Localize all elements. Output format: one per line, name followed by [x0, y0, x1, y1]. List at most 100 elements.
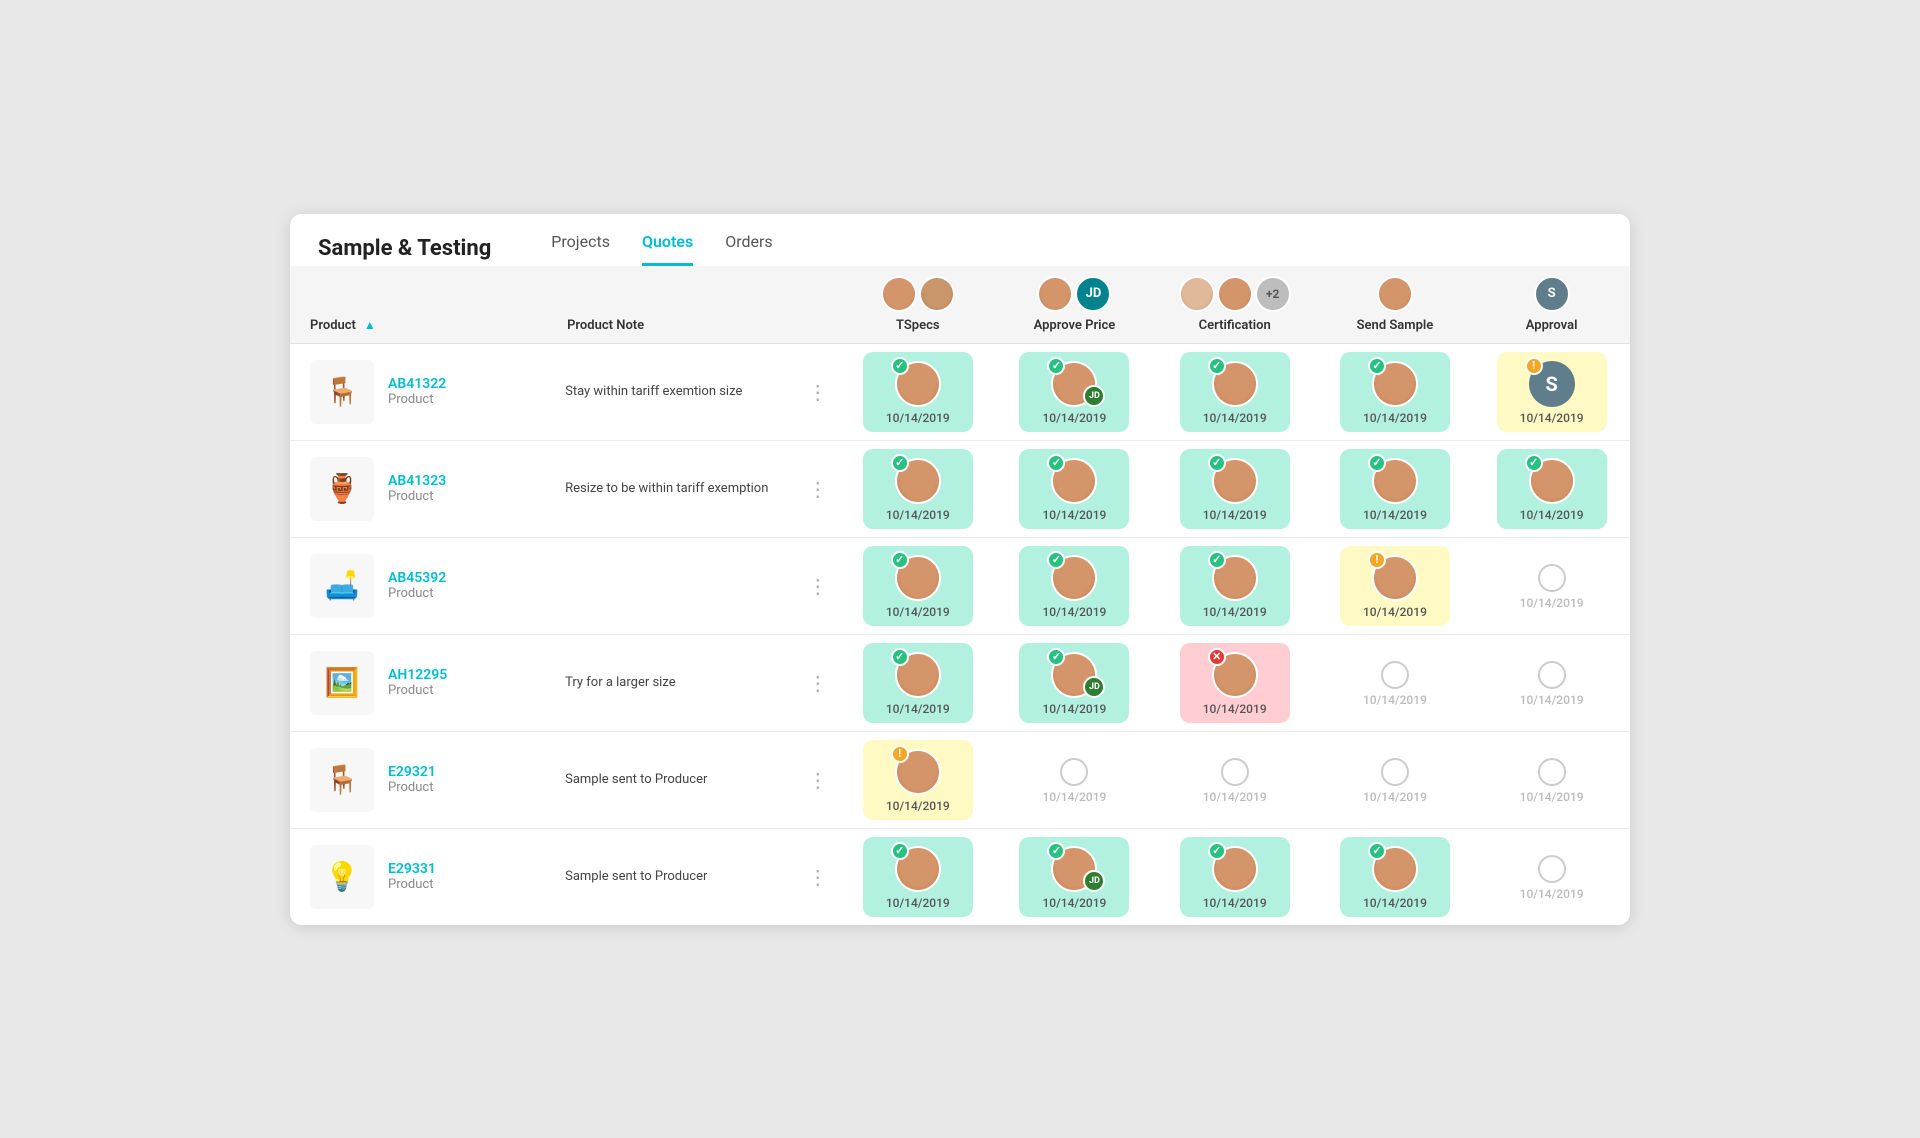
tab-projects[interactable]: Projects [551, 232, 610, 266]
send-avatar1 [1377, 276, 1413, 312]
app-header: Sample & Testing Projects Quotes Orders [290, 214, 1630, 266]
product-cell-td: 🛋️AB45392Product [290, 537, 555, 634]
stage-avatar-wrap: ✓ [1372, 458, 1418, 504]
row-menu-button[interactable]: ⋮ [796, 634, 839, 731]
product-type: Product [388, 683, 447, 698]
product-id[interactable]: AB45392 [388, 570, 446, 586]
note-col-label: Product Note [567, 318, 644, 333]
row-menu-button[interactable]: ⋮ [796, 440, 839, 537]
stage-cell[interactable]: 10/14/2019 [1473, 731, 1630, 828]
product-cell: 🏺AB41323Product [290, 441, 555, 537]
warn-badge-icon: ! [1525, 357, 1543, 375]
cert-avatar-more: +2 [1255, 276, 1291, 312]
check-badge-icon: ✓ [1368, 454, 1386, 472]
stage-cell[interactable]: ✓10/14/2019 [1317, 828, 1474, 925]
product-info: E29321Product [388, 764, 436, 795]
stage-cell[interactable]: ✓10/14/2019 [839, 537, 996, 634]
empty-circle-icon [1060, 758, 1088, 786]
product-id[interactable]: AH12295 [388, 667, 447, 683]
stage-cell[interactable]: 10/14/2019 [1153, 731, 1317, 828]
stage-avatar-wrap: ✓ [895, 846, 941, 892]
stage-cell[interactable]: ✓10/14/2019 [839, 440, 996, 537]
main-table: Product ▲ Product Note [290, 266, 1630, 925]
stage-cell[interactable]: !10/14/2019 [1317, 537, 1474, 634]
tspecs-avatar1 [881, 276, 917, 312]
product-note-cell: Try for a larger size [555, 634, 796, 731]
product-cell-td: 💡E29331Product [290, 828, 555, 925]
stage-cell[interactable]: ✓10/14/2019 [996, 537, 1153, 634]
row-menu-button[interactable]: ⋮ [796, 731, 839, 828]
stage-cell[interactable]: 10/14/2019 [1473, 634, 1630, 731]
stage-cell[interactable]: ✓ 10/14/2019 [1317, 440, 1474, 537]
stage-date: 10/14/2019 [1203, 896, 1267, 910]
product-id[interactable]: E29321 [388, 764, 436, 780]
stage-box: ✓10/14/2019 [1019, 449, 1129, 529]
stage-cell[interactable]: ✓10/14/2019 [839, 343, 996, 440]
stage-cell[interactable]: ✓JD10/14/2019 [996, 828, 1153, 925]
sort-arrow-icon[interactable]: ▲ [364, 318, 376, 332]
stage-cell[interactable]: ✓JD10/14/2019 [996, 634, 1153, 731]
check-badge-icon: ✓ [1525, 454, 1543, 472]
tspecs-col-label: TSpecs [851, 318, 984, 333]
cert-col-label: Certification [1165, 318, 1305, 333]
stage-date: 10/14/2019 [886, 411, 950, 425]
check-badge-icon: ✓ [1368, 357, 1386, 375]
check-badge-icon: ✓ [1208, 357, 1226, 375]
product-note-cell: Stay within tariff exemtion size [555, 343, 796, 440]
table-row: 💡E29331ProductSample sent to Producer⋮✓1… [290, 828, 1630, 925]
stage-cell[interactable]: ✓10/14/2019 [839, 828, 996, 925]
product-id[interactable]: AB41322 [388, 376, 446, 392]
stage-cell[interactable]: ✓ 10/14/2019 [1473, 440, 1630, 537]
stage-cell[interactable]: !10/14/2019 [839, 731, 996, 828]
stage-cell[interactable]: ✓10/14/2019 [1153, 440, 1317, 537]
stage-box: ✓ 10/14/2019 [1340, 449, 1450, 529]
stage-cell[interactable]: 10/14/2019 [1317, 731, 1474, 828]
empty-circle-icon [1381, 758, 1409, 786]
stage-box: ✓10/14/2019 [863, 643, 973, 723]
stage-box: ✓10/14/2019 [863, 546, 973, 626]
product-id[interactable]: E29331 [388, 861, 436, 877]
stage-date: 10/14/2019 [1363, 896, 1427, 910]
table-row: 🪑E29321ProductSample sent to Producer⋮!1… [290, 731, 1630, 828]
product-info: AB45392Product [388, 570, 446, 601]
stage-cell[interactable]: 10/14/2019 [996, 731, 1153, 828]
tab-quotes[interactable]: Quotes [642, 232, 693, 266]
th-tspecs: TSpecs [839, 266, 996, 344]
stage-cell[interactable]: ✓10/14/2019 [996, 440, 1153, 537]
table-wrapper: Product ▲ Product Note [290, 266, 1630, 925]
stage-date: 10/14/2019 [886, 799, 950, 813]
cert-avatar2 [1217, 276, 1253, 312]
product-type: Product [388, 392, 446, 407]
stage-cell[interactable]: 10/14/2019 [1317, 634, 1474, 731]
stage-cell[interactable]: ✓JD10/14/2019 [996, 343, 1153, 440]
stage-cell[interactable]: ✓ 10/14/2019 [1153, 537, 1317, 634]
th-menu-spacer [796, 266, 839, 344]
stage-cell[interactable]: 10/14/2019 [1473, 828, 1630, 925]
stage-date: 10/14/2019 [1203, 605, 1267, 619]
tab-orders[interactable]: Orders [725, 232, 772, 266]
stage-date: 10/14/2019 [1520, 508, 1584, 522]
stage-avatar-wrap: ✓ [1212, 555, 1258, 601]
check-badge-icon: ✓ [891, 648, 909, 666]
stage-cell[interactable]: ✓10/14/2019 [1153, 828, 1317, 925]
product-image: 🪑 [310, 360, 374, 424]
stage-cell[interactable]: ✓10/14/2019 [839, 634, 996, 731]
stage-box: ✓ 10/14/2019 [1497, 449, 1607, 529]
stage-cell[interactable]: ✓10/14/2019 [1153, 343, 1317, 440]
check-badge-icon: ✓ [1047, 357, 1065, 375]
stage-cell[interactable]: S!10/14/2019 [1473, 343, 1630, 440]
stage-cell[interactable]: ✕10/14/2019 [1153, 634, 1317, 731]
th-certification: +2 Certification [1153, 266, 1317, 344]
row-menu-button[interactable]: ⋮ [796, 828, 839, 925]
stage-cell[interactable]: ✓10/14/2019 [1317, 343, 1474, 440]
stage-box: !10/14/2019 [1340, 546, 1450, 626]
stage-box-empty: 10/14/2019 [1497, 546, 1607, 626]
stage-date: 10/14/2019 [1363, 508, 1427, 522]
row-menu-button[interactable]: ⋮ [796, 343, 839, 440]
jd-badge-icon: JD [1083, 676, 1105, 698]
stage-avatar-wrap: ✓JD [1051, 652, 1097, 698]
stage-cell[interactable]: 10/14/2019 [1473, 537, 1630, 634]
empty-circle-icon [1538, 758, 1566, 786]
product-id[interactable]: AB41323 [388, 473, 446, 489]
row-menu-button[interactable]: ⋮ [796, 537, 839, 634]
